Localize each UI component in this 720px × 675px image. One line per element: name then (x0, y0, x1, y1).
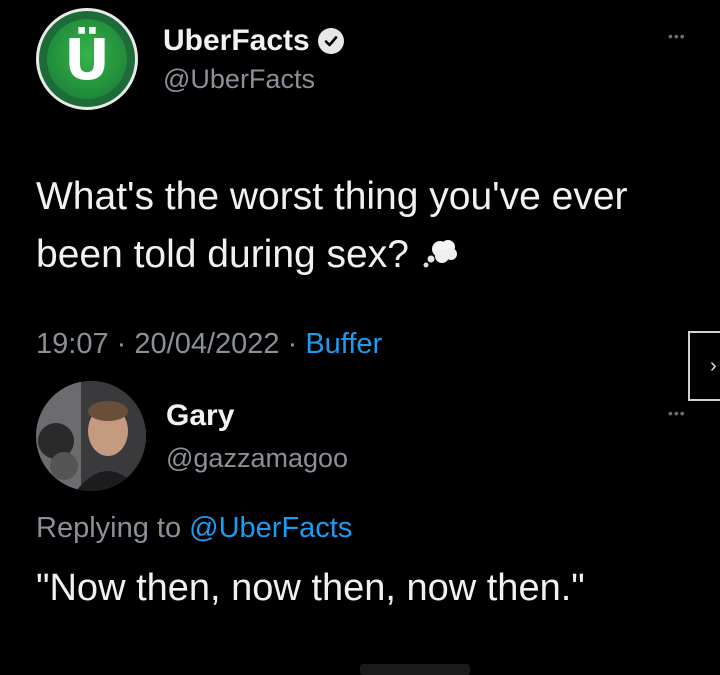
cloud-icon (423, 240, 457, 268)
tweet-time[interactable]: 19:07 (36, 328, 109, 360)
tweet-meta: 19:07 · 20/04/2022 · Buffer (36, 328, 382, 361)
chevron-right-icon[interactable]: › (688, 331, 720, 401)
author-name-text: UberFacts (163, 24, 310, 57)
gary-avatar[interactable] (36, 381, 146, 491)
profile-photo-avatar (36, 381, 146, 491)
uberfacts-logo-icon: Ü (47, 19, 127, 99)
tweet-text-body: What's the worst thing you've ever been … (36, 175, 628, 276)
author-handle[interactable]: @UberFacts (163, 64, 315, 95)
replying-mention[interactable]: @UberFacts (189, 512, 352, 544)
tweet-source[interactable]: Buffer (305, 328, 382, 360)
verified-badge-icon (317, 28, 344, 54)
more-dots-icon[interactable]: ••• (668, 405, 686, 421)
more-dots-icon[interactable]: ••• (668, 28, 686, 44)
tweet-text: What's the worst thing you've ever been … (36, 168, 686, 284)
replying-to: Replying to @UberFacts (36, 512, 352, 545)
replying-prefix: Replying to (36, 512, 182, 544)
reply-text: "Now then, now then, now then." (36, 567, 585, 609)
tweet-screenshot: Ü UberFacts @UberFacts ••• What's the wo… (0, 0, 720, 675)
reply-author-handle[interactable]: @gazzamagoo (166, 443, 348, 474)
author-name[interactable]: UberFacts (163, 24, 344, 58)
tweet-date[interactable]: 20/04/2022 (134, 328, 279, 360)
reply-author-name[interactable]: Gary (166, 399, 234, 433)
meta-separator: · (116, 328, 127, 360)
meta-separator: · (287, 328, 298, 360)
uberfacts-avatar[interactable]: Ü (36, 8, 138, 110)
bottom-divider (360, 664, 470, 675)
